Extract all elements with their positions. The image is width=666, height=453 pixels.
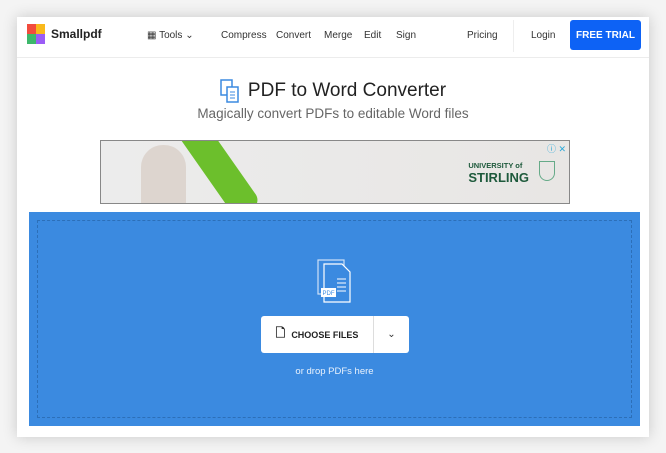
- pdf-files-icon: PDF: [317, 259, 351, 303]
- header: Smallpdf ▦ Tools ⌄ Compress Convert Merg…: [17, 17, 649, 58]
- ad-close-icon[interactable]: ⓘ ✕: [547, 142, 566, 155]
- logo-icon: [27, 24, 45, 44]
- advertisement-banner[interactable]: UNIVERSITY of STIRLING ⓘ ✕: [100, 140, 570, 204]
- nav-sign[interactable]: Sign: [396, 30, 416, 41]
- ad-green-stroke: [173, 141, 262, 203]
- tools-label: Tools: [159, 30, 183, 41]
- word-document-icon: [220, 79, 239, 103]
- choose-files-button[interactable]: 🗋 CHOOSE FILES: [261, 316, 374, 353]
- upload-source-dropdown[interactable]: ⌄: [374, 316, 409, 353]
- choose-files-group: 🗋 CHOOSE FILES ⌄: [261, 316, 409, 353]
- page-subtitle: Magically convert PDFs to editable Word …: [197, 106, 469, 121]
- nav-edit[interactable]: Edit: [364, 30, 381, 41]
- ad-person-image: [141, 145, 186, 203]
- drop-hint: or drop PDFs here: [295, 366, 374, 377]
- brand-name: Smallpdf: [51, 27, 102, 41]
- page: Smallpdf ▦ Tools ⌄ Compress Convert Merg…: [17, 17, 649, 437]
- crest-icon: [539, 161, 555, 181]
- drop-zone[interactable]: PDF 🗋 CHOOSE FILES ⌄ or drop PDFs here: [29, 212, 640, 426]
- nav-compress[interactable]: Compress: [221, 30, 267, 41]
- choose-files-label: CHOOSE FILES: [291, 329, 359, 340]
- logo[interactable]: Smallpdf: [27, 24, 102, 44]
- nav-convert[interactable]: Convert: [276, 30, 311, 41]
- free-trial-button[interactable]: FREE TRIAL: [570, 20, 641, 50]
- login-link[interactable]: Login: [531, 30, 555, 41]
- grid-icon: ▦: [147, 30, 157, 41]
- nav-merge[interactable]: Merge: [324, 30, 352, 41]
- divider: [513, 20, 514, 52]
- svg-text:PDF: PDF: [323, 291, 335, 297]
- title-text: PDF to Word Converter: [247, 80, 447, 101]
- ad-brand: UNIVERSITY of STIRLING: [468, 161, 529, 185]
- page-title: PDF to Word Converter: [17, 79, 649, 103]
- chevron-down-icon: ⌄: [185, 30, 194, 41]
- nav-pricing[interactable]: Pricing: [467, 30, 498, 41]
- chevron-down-icon: ⌄: [387, 329, 396, 340]
- file-icon: 🗋: [275, 326, 286, 340]
- tools-menu[interactable]: ▦ Tools ⌄: [147, 30, 194, 41]
